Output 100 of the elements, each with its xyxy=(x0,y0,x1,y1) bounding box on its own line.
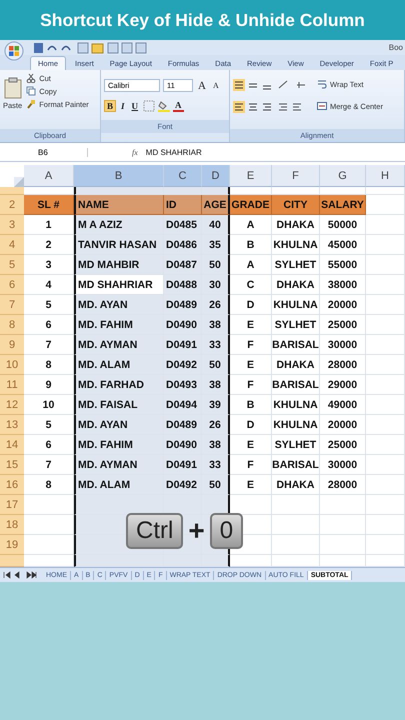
table-cell: E xyxy=(230,475,272,495)
table-cell: 38 xyxy=(202,315,230,335)
font-style-button[interactable]: B xyxy=(104,100,116,112)
window-title: Boo xyxy=(388,43,404,52)
table-cell: MD. ALAM xyxy=(74,475,164,495)
table-cell: 40 xyxy=(202,215,230,235)
table-cell: DHAKA xyxy=(272,275,320,295)
table-cell xyxy=(202,495,230,515)
table-cell: 45000 xyxy=(320,235,366,255)
grow-font-button[interactable]: A xyxy=(196,80,208,92)
table-cell xyxy=(366,435,405,455)
table-cell xyxy=(366,315,405,335)
font-style-button[interactable]: U xyxy=(130,101,140,111)
table-cell xyxy=(366,475,405,495)
table-cell: E xyxy=(230,315,272,335)
column-heading-cell: ID xyxy=(164,195,202,215)
table-cell: D0492 xyxy=(164,475,202,495)
table-cell: DHAKA xyxy=(272,215,320,235)
table-cell: 38000 xyxy=(320,275,366,295)
column-header[interactable]: D xyxy=(202,165,230,187)
table-cell: DHAKA xyxy=(272,475,320,495)
copy-icon xyxy=(26,86,36,96)
table-cell: 30000 xyxy=(320,335,366,355)
column-heading-cell: NAME xyxy=(74,195,164,215)
table-cell xyxy=(366,335,405,355)
table-cell: D xyxy=(230,415,272,435)
table-cell: D0489 xyxy=(164,295,202,315)
table-cell xyxy=(366,355,405,375)
clipboard-icon xyxy=(4,77,22,99)
table-cell: 50 xyxy=(202,355,230,375)
table-cell xyxy=(272,535,320,555)
table-cell: KHULNA xyxy=(272,395,320,415)
table-cell: 29000 xyxy=(320,375,366,395)
column-header[interactable]: E xyxy=(230,165,272,187)
table-cell: 25000 xyxy=(320,435,366,455)
table-cell: D0489 xyxy=(164,415,202,435)
sheet-navigation-icon[interactable] xyxy=(3,571,39,579)
table-cell: 38 xyxy=(202,435,230,455)
column-header[interactable]: F xyxy=(272,165,320,187)
table-cell xyxy=(366,535,405,555)
table-cell: 28000 xyxy=(320,475,366,495)
column-header[interactable]: C xyxy=(164,165,202,187)
table-cell: 50 xyxy=(202,475,230,495)
table-cell xyxy=(164,495,202,515)
table-cell: D xyxy=(230,295,272,315)
column-header[interactable]: G xyxy=(320,165,366,187)
table-cell: BARISAL xyxy=(272,375,320,395)
borders-icon[interactable] xyxy=(143,100,156,112)
table-cell: 26 xyxy=(202,295,230,315)
table-cell: F xyxy=(230,335,272,355)
table-cell xyxy=(366,235,405,255)
table-cell: MD. FAHIM xyxy=(74,315,164,335)
table-cell: 50 xyxy=(202,255,230,275)
table-cell xyxy=(366,515,405,535)
scissors-icon xyxy=(26,73,36,83)
column-heading-cell: SALARY xyxy=(320,195,366,215)
column-header[interactable]: H xyxy=(366,165,405,187)
table-cell: KHULNA xyxy=(272,295,320,315)
table-cell: 50000 xyxy=(320,215,366,235)
table-cell: D0487 xyxy=(164,255,202,275)
insert-function-button[interactable]: fx xyxy=(88,148,146,156)
table-cell xyxy=(366,415,405,435)
table-cell: D0490 xyxy=(164,315,202,335)
table-cell: MD. FAHIM xyxy=(74,435,164,455)
table-cell xyxy=(272,515,320,535)
table-cell: KHULNA xyxy=(272,235,320,255)
brush-icon xyxy=(26,99,36,109)
shrink-font-button[interactable]: A xyxy=(210,81,221,90)
table-cell: D0491 xyxy=(164,455,202,475)
formula-field[interactable]: MD SHAHRIAR xyxy=(146,148,202,156)
table-cell: 20000 xyxy=(320,415,366,435)
column-header[interactable]: B xyxy=(74,165,164,187)
table-cell: 25000 xyxy=(320,315,366,335)
table-cell: 33 xyxy=(202,455,230,475)
table-cell: F xyxy=(230,455,272,475)
table-cell: MD. AYMAN xyxy=(74,455,164,475)
table-cell: 30000 xyxy=(320,455,366,475)
table-cell: DHAKA xyxy=(272,355,320,375)
table-cell xyxy=(366,195,405,215)
table-cell: TANVIR HASAN xyxy=(74,235,164,255)
fill-color-icon[interactable] xyxy=(158,100,170,112)
table-cell: 49000 xyxy=(320,395,366,415)
table-cell: F xyxy=(230,375,272,395)
table-cell xyxy=(272,495,320,515)
column-header[interactable]: A xyxy=(24,165,74,187)
table-cell: KHULNA xyxy=(272,415,320,435)
video-title: Shortcut Key of Hide & Unhide Column xyxy=(40,10,365,30)
table-cell: D0488 xyxy=(164,275,202,295)
font-color-button[interactable]: A xyxy=(173,100,184,112)
table-cell: C xyxy=(230,275,272,295)
table-cell: 26 xyxy=(202,415,230,435)
table-cell: D0485 xyxy=(164,215,202,235)
name-box[interactable]: B6 xyxy=(0,148,88,156)
table-cell: MD. ALAM xyxy=(74,355,164,375)
table-cell: D0493 xyxy=(164,375,202,395)
table-cell: A xyxy=(230,215,272,235)
font-style-button[interactable]: I xyxy=(119,101,127,111)
table-cell: B xyxy=(230,395,272,415)
table-cell xyxy=(366,215,405,235)
table-cell xyxy=(320,515,366,535)
